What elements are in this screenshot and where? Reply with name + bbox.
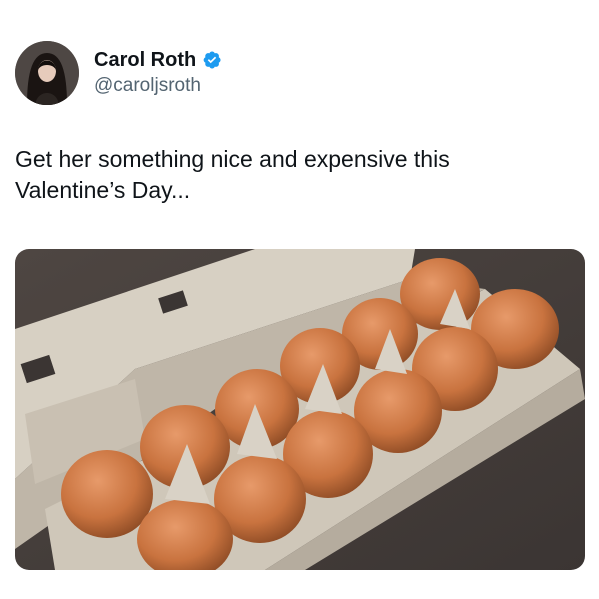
name-row: Carol Roth	[94, 48, 222, 72]
verified-badge-icon	[203, 51, 221, 69]
author-names: Carol Roth @caroljsroth	[94, 48, 222, 98]
avatar-image	[15, 41, 79, 105]
tweet-text: Get her something nice and expensive thi…	[15, 146, 450, 203]
egg-carton-photo	[15, 249, 585, 570]
author-display-name[interactable]: Carol Roth	[94, 48, 196, 72]
author-handle[interactable]: @caroljsroth	[94, 74, 222, 98]
tweet-media[interactable]	[15, 249, 585, 570]
tweet-header: Carol Roth @caroljsroth	[15, 41, 222, 105]
author-avatar[interactable]	[15, 41, 79, 105]
